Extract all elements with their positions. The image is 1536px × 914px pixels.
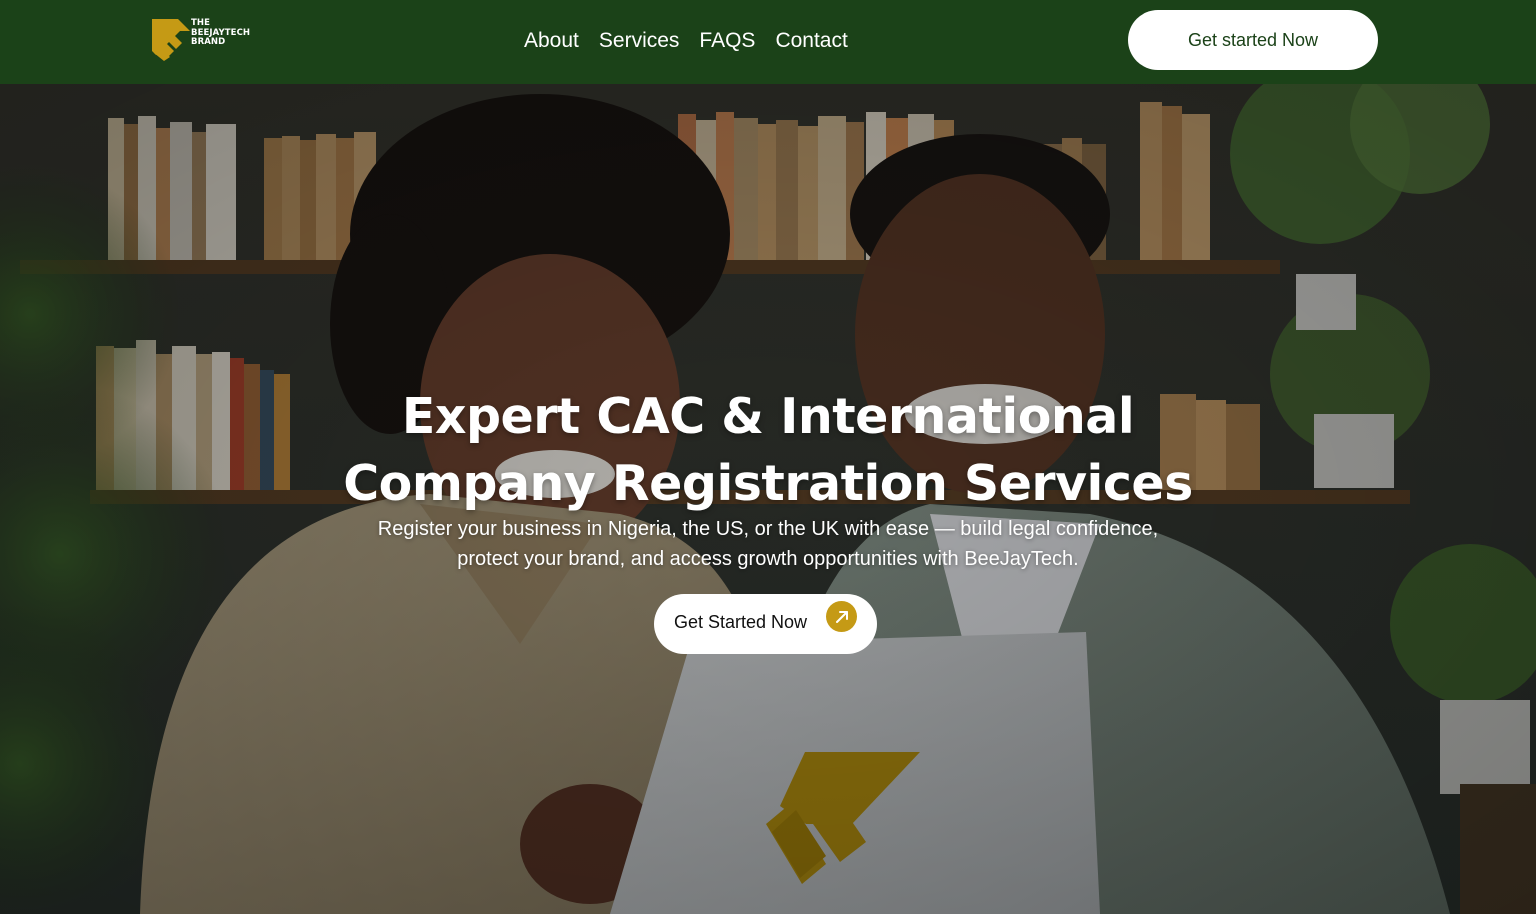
get-started-header-button[interactable]: Get started Now — [1128, 10, 1378, 70]
get-started-hero-label: Get Started Now — [674, 612, 808, 632]
hero-subtitle-line: protect your brand, and access growth op… — [457, 548, 1079, 570]
logo-line: BRAND — [191, 37, 226, 47]
brand-logo-text: THE BEEJAYTECH BRAND — [191, 18, 250, 48]
brand-logo[interactable]: THE BEEJAYTECH BRAND — [152, 17, 252, 63]
hero-title-line: Expert CAC & International — [401, 387, 1135, 445]
nav-link-about[interactable]: About — [514, 29, 589, 53]
nav-link-contact[interactable]: Contact — [765, 29, 857, 53]
main-nav: About Services FAQS Contact — [514, 26, 858, 56]
site-header: THE BEEJAYTECH BRAND About Services FAQS… — [0, 0, 1536, 84]
arrow-up-right-icon — [826, 601, 857, 632]
hero-subtitle-line: Register your business in Nigeria, the U… — [377, 518, 1159, 540]
hero-title: Expert CAC & International Company Regis… — [268, 383, 1268, 517]
brand-logo-mark-icon — [152, 19, 190, 61]
hero-title-line: Company Registration Services — [343, 454, 1193, 512]
nav-link-services[interactable]: Services — [589, 29, 690, 53]
hero-subtitle: Register your business in Nigeria, the U… — [320, 514, 1216, 574]
nav-link-faqs[interactable]: FAQS — [689, 29, 765, 53]
